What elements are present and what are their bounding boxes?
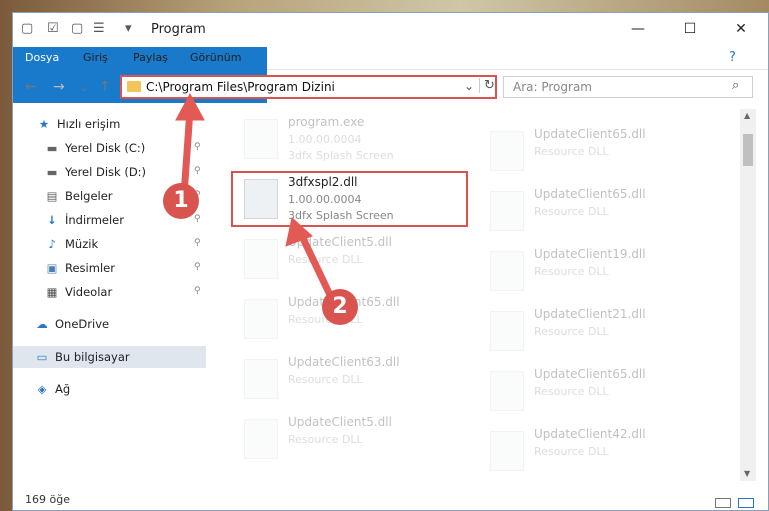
step-marker-2: 2: [322, 289, 358, 325]
arrow-1-shaft: [180, 109, 194, 196]
annotation-arrows: [175, 92, 334, 297]
step-marker-1: 1: [163, 183, 199, 219]
arrow-2-shaft: [296, 230, 334, 297]
arrow-1-head: [175, 92, 205, 121]
